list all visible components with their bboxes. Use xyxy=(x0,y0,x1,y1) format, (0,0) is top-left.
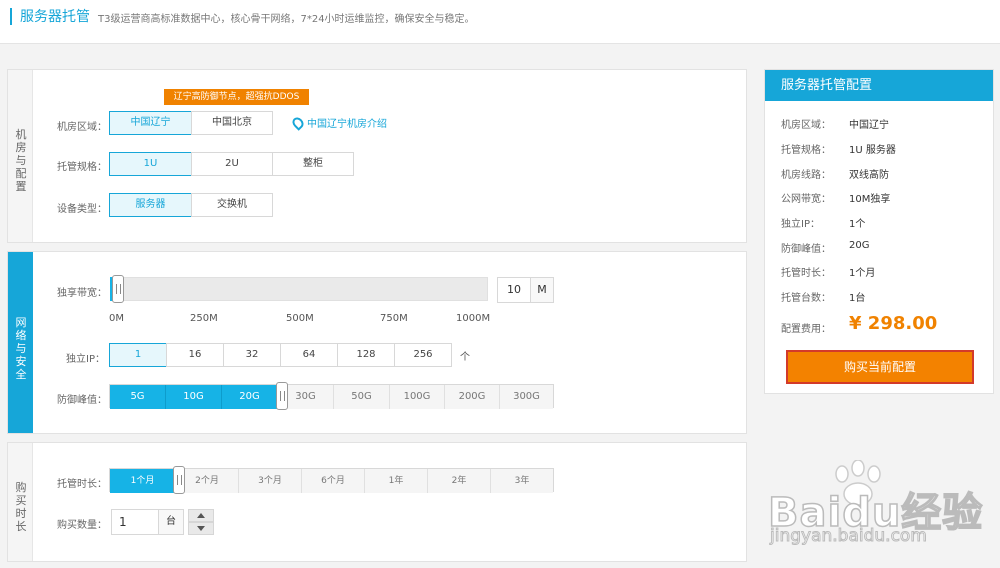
ip-option-16[interactable]: 16 xyxy=(166,343,224,367)
duration-label: 托管时长： xyxy=(57,479,107,490)
bandwidth-tick: 1000M xyxy=(456,313,491,324)
summary-title: 服务器托管配置 xyxy=(765,70,993,101)
summary-row-value: 双线高防 xyxy=(849,170,889,181)
quantity-unit: 台 xyxy=(158,509,184,535)
region-option-liaoning[interactable]: 中国辽宁 xyxy=(109,111,192,135)
bandwidth-tick: 250M xyxy=(190,313,218,324)
summary-row-value: 1个月 xyxy=(849,268,876,279)
buy-current-config-button[interactable]: 购买当前配置 xyxy=(786,350,974,384)
summary-row-label: 机房区域： xyxy=(781,120,831,131)
summary-row-value: 10M独享 xyxy=(849,194,891,205)
ip-label: 独立IP： xyxy=(66,354,105,365)
defense-option[interactable]: 300G xyxy=(500,385,553,409)
baidu-jingyan-watermark: Baidu经验 jingyan.baidu.com xyxy=(767,460,998,560)
bandwidth-tick: 750M xyxy=(380,313,408,324)
summary-row-label: 公网带宽： xyxy=(781,194,831,205)
defense-option[interactable]: 20G xyxy=(222,385,278,409)
summary-row-value: 20G xyxy=(849,240,870,251)
duration-option[interactable]: 3个月 xyxy=(239,469,302,493)
summary-row-label: 托管时长： xyxy=(781,268,831,279)
promo-tip: 辽宁高防御节点，超强抗DDOS xyxy=(164,89,309,105)
defense-option[interactable]: 200G xyxy=(445,385,500,409)
summary-row-value: 1个 xyxy=(849,219,866,230)
section-side-label: 机房与配置 xyxy=(8,70,33,242)
section-side-label: 网络与安全 xyxy=(8,252,33,433)
arrow-up-icon xyxy=(197,513,205,518)
spec-option-2u[interactable]: 2U xyxy=(191,152,273,176)
summary-row-value: 1U 服务器 xyxy=(849,145,896,156)
device-type-label: 设备类型： xyxy=(57,204,107,215)
spec-option-1u[interactable]: 1U xyxy=(109,152,192,176)
spec-option-full-rack[interactable]: 整柜 xyxy=(272,152,354,176)
ip-option-64[interactable]: 64 xyxy=(280,343,338,367)
quantity-decrease-button[interactable] xyxy=(188,522,214,535)
ip-option-1[interactable]: 1 xyxy=(109,343,167,367)
summary-row-value: 1台 xyxy=(849,293,866,304)
region-label: 机房区域： xyxy=(57,122,107,133)
side-label-text: 网络与安全 xyxy=(15,316,27,381)
summary-row-label: 托管台数： xyxy=(781,293,831,304)
device-option-switch[interactable]: 交换机 xyxy=(191,193,273,217)
page-title: 服务器托管 xyxy=(20,9,90,25)
watermark-url: jingyan.baidu.com xyxy=(770,526,928,547)
defense-option[interactable]: 50G xyxy=(334,385,390,409)
ip-option-128[interactable]: 128 xyxy=(337,343,395,367)
bandwidth-unit: M xyxy=(530,277,554,303)
side-label-text: 购买时长 xyxy=(15,481,27,533)
title-accent-bar xyxy=(10,8,12,25)
quantity-input[interactable]: 1 xyxy=(111,509,159,535)
defense-option[interactable]: 10G xyxy=(166,385,222,409)
summary-row-label: 防御峰值： xyxy=(781,244,831,255)
summary-row-label: 托管规格： xyxy=(781,145,831,156)
defense-option[interactable]: 5G xyxy=(110,385,166,409)
ip-unit: 个 xyxy=(460,352,470,363)
defense-label: 防御峰值： xyxy=(57,395,107,406)
ip-option-256[interactable]: 256 xyxy=(394,343,452,367)
room-intro-link-text: 中国辽宁机房介绍 xyxy=(307,119,387,130)
defense-slider-handle[interactable] xyxy=(276,382,288,410)
duration-option[interactable]: 3年 xyxy=(491,469,553,493)
duration-option[interactable]: 6个月 xyxy=(302,469,365,493)
duration-option[interactable]: 1个月 xyxy=(110,469,176,493)
bandwidth-label: 独享带宽： xyxy=(57,288,107,299)
bandwidth-slider-handle[interactable] xyxy=(112,275,124,303)
quantity-increase-button[interactable] xyxy=(188,509,214,522)
duration-option[interactable]: 2年 xyxy=(428,469,491,493)
bandwidth-slider-track[interactable] xyxy=(110,277,488,301)
price-value: ¥ 298.00 xyxy=(849,313,938,334)
region-option-beijing[interactable]: 中国北京 xyxy=(191,111,273,135)
price-label: 配置费用： xyxy=(781,324,831,335)
section-side-label: 购买时长 xyxy=(8,443,33,561)
duration-option[interactable]: 2个月 xyxy=(176,469,239,493)
duration-slider-handle[interactable] xyxy=(173,466,185,494)
page-header: 服务器托管 T3级运营商高标准数据中心，核心骨干网络，7*24小时运维监控，确保… xyxy=(0,0,1000,44)
page-subtitle: T3级运营商高标准数据中心，核心骨干网络，7*24小时运维监控，确保安全与稳定。 xyxy=(98,14,475,25)
ip-option-32[interactable]: 32 xyxy=(223,343,281,367)
defense-option[interactable]: 100G xyxy=(390,385,445,409)
purchase-duration-section: 购买时长 xyxy=(7,442,747,562)
side-label-text: 机房与配置 xyxy=(15,128,27,193)
duration-option[interactable]: 1年 xyxy=(365,469,428,493)
summary-row-label: 独立IP： xyxy=(781,219,820,230)
device-option-server[interactable]: 服务器 xyxy=(109,193,192,217)
quantity-label: 购买数量： xyxy=(57,520,107,531)
bandwidth-input[interactable]: 10 xyxy=(497,277,531,303)
location-pin-icon xyxy=(290,115,306,131)
bandwidth-tick: 500M xyxy=(286,313,314,324)
defense-selector[interactable]: 5G 10G 20G 30G 50G 100G 200G 300G xyxy=(109,384,554,409)
bandwidth-tick: 0M xyxy=(109,313,124,324)
arrow-down-icon xyxy=(197,526,205,531)
room-intro-link[interactable]: 中国辽宁机房介绍 xyxy=(290,115,387,131)
config-summary-panel: 服务器托管配置 机房区域： 中国辽宁 托管规格： 1U 服务器 机房线路： 双线… xyxy=(764,69,994,394)
summary-row-value: 中国辽宁 xyxy=(849,120,889,131)
summary-row-label: 机房线路： xyxy=(781,170,831,181)
spec-label: 托管规格： xyxy=(57,162,107,173)
